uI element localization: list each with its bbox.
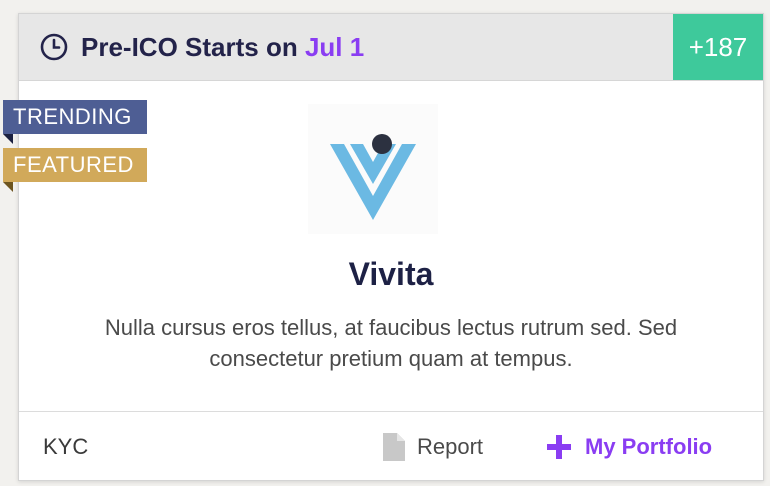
card-footer: KYC Report My Portfolio [19,411,763,481]
clock-icon [39,32,69,62]
project-logo[interactable] [308,104,438,234]
featured-ribbon: FEATURED [3,148,147,192]
kyc-label: KYC [43,434,89,459]
report-label: Report [417,434,484,459]
card-header: Pre-ICO Starts on Jul 1 +187 [19,14,763,81]
vivita-logo-icon [330,134,416,220]
start-date: Jul 1 [304,32,365,62]
presale-start-title: Pre-ICO Starts on Jul 1 [81,30,364,64]
plus-icon [547,435,571,459]
add-to-portfolio-button[interactable]: My Portfolio [547,430,712,464]
report-button[interactable]: Report [383,430,483,464]
project-name[interactable]: Vivita [19,254,763,294]
portfolio-label: My Portfolio [585,434,713,459]
trending-ribbon: TRENDING [3,100,147,144]
document-icon [383,433,405,461]
count-badge[interactable]: +187 [673,14,763,80]
title-prefix: Pre-ICO Starts on [81,32,298,62]
ico-card: Pre-ICO Starts on Jul 1 +187 TRENDING FE… [3,13,764,481]
project-description: Nulla cursus eros tellus, at faucibus le… [104,315,678,371]
